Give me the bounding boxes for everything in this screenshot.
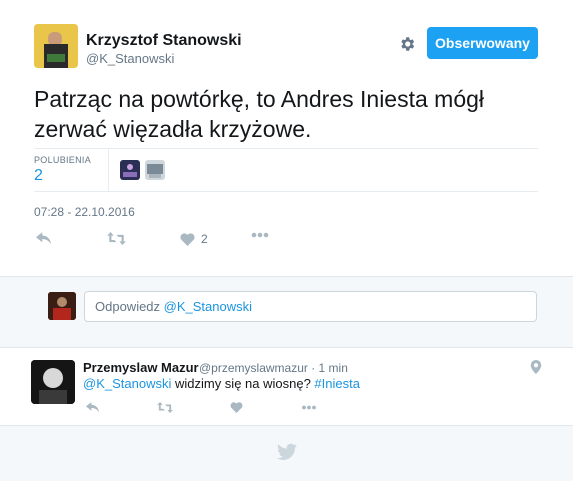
author-avatar[interactable] (34, 24, 78, 68)
liker-avatar[interactable] (145, 160, 165, 180)
reply-body: widzimy się na wiosnę? (171, 376, 315, 391)
reply-input[interactable]: Odpowiedz @K_Stanowski (84, 291, 537, 322)
reply-compose: Odpowiedz @K_Stanowski (0, 276, 573, 336)
gear-icon[interactable] (398, 35, 416, 53)
more-action[interactable] (251, 232, 269, 238)
like-action[interactable]: 2 (180, 232, 208, 246)
follow-button[interactable]: Obserwowany (427, 27, 538, 59)
more-icon (302, 405, 316, 410)
like-action[interactable] (230, 402, 243, 413)
tweet-timestamp[interactable]: 07:28 - 22.10.2016 (34, 205, 135, 219)
reply-icon (36, 232, 51, 245)
tweet-stats: POLUBIENIA 2 (34, 148, 538, 192)
more-icon (251, 232, 269, 238)
reply-tweet[interactable]: Przemyslaw Mazur @przemyslawmazur · 1 mi… (0, 347, 573, 426)
reply-icon (86, 402, 99, 413)
tweet-text: Patrząc na powtórkę, to Andres Iniesta m… (34, 86, 485, 142)
liker-avatar[interactable] (120, 160, 140, 180)
retweet-action[interactable] (157, 402, 173, 413)
current-user-avatar (48, 292, 76, 320)
author-name[interactable]: Krzysztof Stanowski (86, 32, 242, 50)
location-icon[interactable] (530, 360, 542, 374)
reply-action[interactable] (86, 402, 99, 413)
reply-hashtag[interactable]: #Iniesta (314, 376, 360, 391)
reply-author-meta[interactable]: @przemyslawmazur · 1 min (199, 361, 348, 375)
reply-text: @K_Stanowski widzimy się na wiosnę? #Ini… (83, 376, 360, 391)
reply-author-avatar[interactable] (31, 360, 75, 404)
reply-placeholder-mention: @K_Stanowski (163, 299, 253, 314)
reply-action[interactable] (36, 232, 51, 245)
author-handle[interactable]: @K_Stanowski (86, 51, 174, 66)
conversation-footer (0, 425, 573, 481)
retweet-icon (107, 232, 126, 245)
reply-mention[interactable]: @K_Stanowski (83, 376, 171, 391)
likes-label: POLUBIENIA (34, 155, 92, 165)
like-count: 2 (201, 232, 208, 246)
main-tweet: Krzysztof Stanowski @K_Stanowski Obserwo… (0, 0, 573, 276)
stats-divider (108, 149, 109, 191)
more-action[interactable] (301, 405, 317, 410)
section-gap (0, 335, 573, 347)
reply-author-name[interactable]: Przemyslaw Mazur (83, 360, 199, 375)
heart-icon (180, 232, 195, 246)
retweet-action[interactable] (107, 232, 126, 245)
twitter-bird-icon (277, 443, 297, 461)
heart-icon (230, 402, 243, 413)
retweet-icon (157, 402, 173, 413)
reply-placeholder: Odpowiedz (95, 299, 164, 314)
likes-count[interactable]: 2 (34, 167, 43, 185)
